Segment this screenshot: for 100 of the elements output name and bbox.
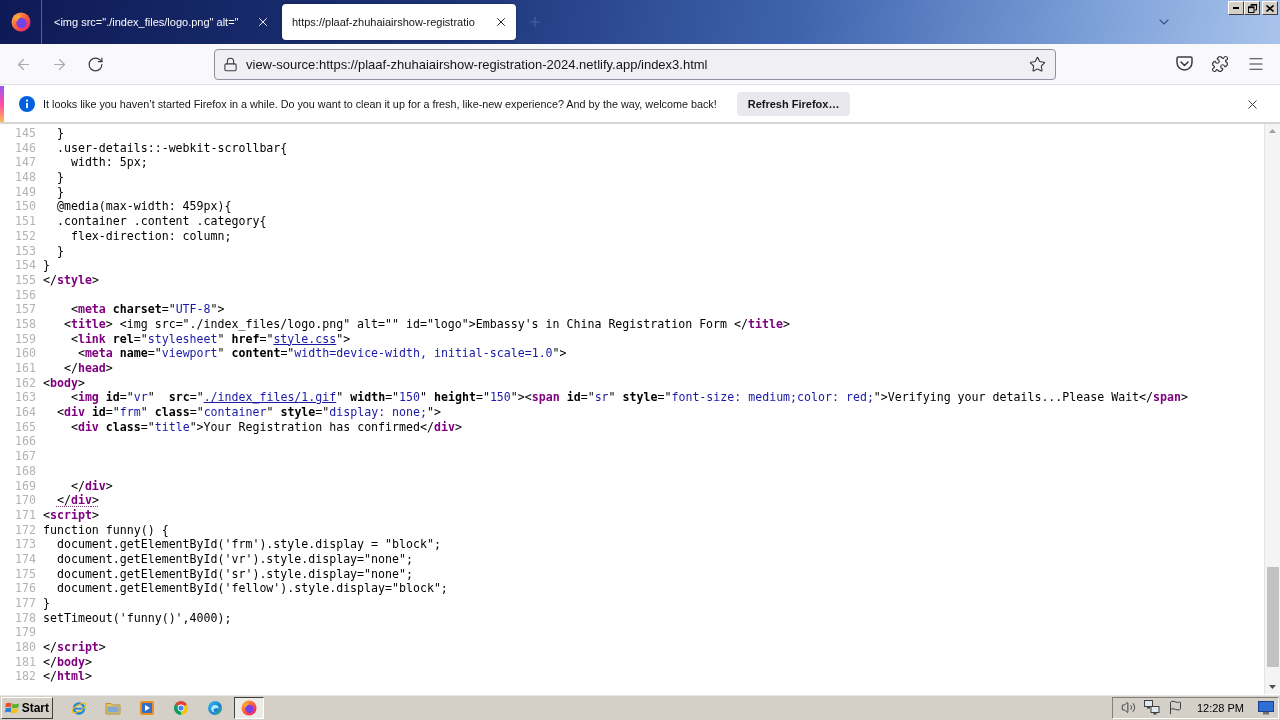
line-number: 172 — [14, 522, 37, 538]
code-line: } — [43, 596, 50, 611]
code-line: <meta name="viewport" content="width=device-width, initial-scale=1.0"> — [76, 346, 567, 361]
line-number: 153 — [14, 243, 37, 259]
code-line: <link rel="stylesheet" href="style.css"> — [69, 331, 351, 347]
line-number: 179 — [14, 625, 37, 641]
close-window-button[interactable] — [1262, 1, 1278, 15]
line-number: 156 — [14, 287, 37, 303]
start-logo-icon — [5, 700, 20, 715]
line-number: 177 — [14, 596, 37, 611]
code-line: </html> — [43, 669, 92, 685]
code-line: <div class="title">Your Registration has confirmed</div> — [69, 419, 462, 435]
close-icon — [494, 15, 508, 29]
orb-logo-icon — [10, 12, 31, 32]
code-line: } — [55, 184, 64, 200]
scrollbar[interactable] — [1264, 124, 1280, 694]
scrollbar-thumb[interactable] — [1266, 567, 1279, 667]
code-line: </div> — [55, 493, 99, 508]
browser-tab[interactable]: <img src="./index_files/logo.png" alt=" — [44, 4, 278, 40]
browser-tab[interactable]: https://plaaf-zhuhaiairshow-registratio — [282, 4, 516, 40]
code-line: } — [43, 258, 50, 273]
code-line: </head> — [62, 361, 113, 376]
line-number: 147 — [14, 155, 37, 171]
code-line: <meta charset="UTF-8"> — [69, 302, 225, 317]
line-number: 159 — [14, 331, 37, 347]
line-number: 174 — [14, 551, 37, 567]
line-number: 176 — [14, 581, 37, 596]
scroll-up-icon — [1269, 129, 1276, 133]
restore-button[interactable] — [1244, 1, 1260, 15]
code-line: .user-details::-webkit-scrollbar{ — [55, 140, 288, 156]
menu-icon — [1247, 55, 1265, 73]
code-line: setTimeout('funny()',4000); — [43, 610, 232, 626]
play-tile-icon — [139, 699, 155, 716]
line-number: 163 — [14, 390, 37, 406]
network-icon — [1143, 700, 1160, 715]
line-number: 171 — [14, 507, 37, 523]
line-number: 170 — [14, 493, 37, 508]
code-link[interactable]: style.css — [273, 331, 337, 346]
line-number: 162 — [14, 375, 37, 391]
code-line: @media(max-width: 459px){ — [55, 199, 232, 215]
code-line: } — [55, 170, 64, 185]
orb-logo-icon — [241, 699, 257, 716]
line-number: 178 — [14, 610, 37, 626]
line-number: 149 — [14, 184, 37, 200]
line-number: 173 — [14, 537, 37, 552]
line-number: 154 — [14, 258, 37, 273]
line-number: 165 — [14, 419, 37, 435]
e-logo-icon — [71, 699, 87, 716]
start-button[interactable]: Start — [1, 696, 53, 719]
line-number: 168 — [14, 463, 37, 479]
line-number: 169 — [14, 478, 37, 494]
line-number: 150 — [14, 199, 37, 215]
code-line: document.getElementById('vr').style.display="none"; — [55, 551, 413, 567]
desktop-icon — [1258, 700, 1274, 715]
pocket-icon — [1175, 56, 1193, 72]
notification-message: It looks like you haven’t started Firefox in a while. Do you want to clean it up for a fresh, like-new experience? And by the way, welcome back! — [43, 98, 717, 110]
code-line: <title> <img src="./index_files/logo.png" alt="" id="logo">Embassy's in China Registration Form </title> — [62, 316, 790, 332]
line-number: 155 — [14, 272, 37, 288]
lock-icon — [223, 56, 238, 72]
code-line: </body> — [43, 654, 92, 670]
code-line: flex-direction: column; — [69, 228, 232, 244]
close-icon — [1266, 4, 1274, 12]
code-line: </style> — [43, 272, 99, 288]
close-icon — [256, 15, 270, 29]
info-icon — [19, 96, 35, 112]
code-line: width: 5px; — [69, 155, 148, 171]
code-line: } — [55, 126, 64, 141]
line-number: 160 — [14, 346, 37, 361]
line-number: 157 — [14, 302, 37, 317]
minimize-button[interactable] — [1228, 1, 1244, 15]
scroll-down-icon — [1269, 685, 1276, 689]
plus-icon — [527, 14, 543, 30]
minimize-icon — [1233, 7, 1239, 9]
line-number: 152 — [14, 228, 37, 244]
line-number: 145 — [14, 126, 37, 141]
code-line: function funny() { — [43, 522, 169, 538]
code-line: </div> — [69, 478, 113, 494]
code-line: <script> — [43, 507, 99, 523]
code-line: document.getElementById('sr').style.display="none"; — [55, 566, 413, 582]
clock: 12:28 PM — [1196, 701, 1244, 714]
puzzle-icon — [1211, 55, 1229, 73]
taskbar-button[interactable] — [234, 696, 264, 719]
line-number: 167 — [14, 449, 37, 464]
line-number: 146 — [14, 140, 37, 156]
reload-icon — [86, 55, 104, 73]
line-number: 175 — [14, 566, 37, 582]
code-line: document.getElementById('fellow').style.display="block"; — [55, 581, 448, 596]
line-number: 181 — [14, 654, 37, 670]
code-line: .container .content .category{ — [55, 214, 267, 229]
refresh-button[interactable]: Refresh Firefox… — [736, 92, 851, 116]
address-bar[interactable]: view-source:https://plaaf-zhuhaiairshow-registration-2024.netlify.app/index3.html — [214, 48, 1056, 80]
line-number: 166 — [14, 434, 37, 450]
line-number: 180 — [14, 640, 37, 655]
restore-icon — [1247, 3, 1257, 13]
star-icon — [1028, 55, 1046, 73]
code-line: } — [55, 243, 64, 259]
line-number: 182 — [14, 669, 37, 685]
code-link[interactable]: ./index_files/1.gif — [203, 390, 337, 405]
speaker-icon — [1120, 700, 1136, 715]
code-line: document.getElementById('frm').style.display = "block"; — [55, 537, 441, 552]
